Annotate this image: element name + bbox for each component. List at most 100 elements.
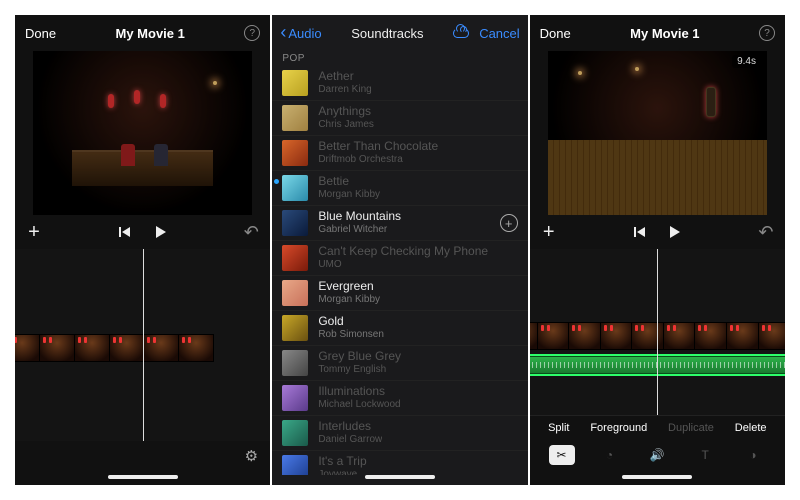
foreground-button[interactable]: Foreground <box>590 422 647 434</box>
editor-bottom-bar <box>15 441 270 471</box>
timeline[interactable]: tains <box>530 249 785 415</box>
track-row[interactable]: AetherDarren King <box>272 66 527 101</box>
soundtrack-list[interactable]: AetherDarren KingAnythingsChris JamesBet… <box>272 66 527 475</box>
video-preview[interactable] <box>33 51 252 215</box>
delete-button[interactable]: Delete <box>735 422 767 434</box>
album-art-icon <box>282 385 308 411</box>
track-artist: Chris James <box>318 119 374 131</box>
cancel-button[interactable]: Cancel <box>479 26 519 41</box>
track-row[interactable]: Can't Keep Checking My PhoneUMO <box>272 241 527 276</box>
back-to-audio-button[interactable]: Audio <box>280 25 321 41</box>
video-preview[interactable]: 9.4s <box>548 51 767 215</box>
screen-editor-audio-selected: Done My Movie 1 ? 9.4s + <box>530 15 785 485</box>
track-artist: Joywave <box>318 469 366 475</box>
skip-to-start-button[interactable] <box>116 223 134 241</box>
playhead-icon <box>657 249 658 415</box>
play-button[interactable] <box>152 223 170 241</box>
transport-bar: + <box>15 215 270 249</box>
track-artist: Michael Lockwood <box>318 399 400 411</box>
track-row[interactable]: AnythingsChris James <box>272 101 527 136</box>
track-row[interactable]: Grey Blue GreyTommy English <box>272 346 527 381</box>
track-row[interactable]: It's a TripJoywave <box>272 451 527 475</box>
add-track-button[interactable]: + <box>500 214 518 232</box>
track-artist: Gabriel Witcher <box>318 224 401 236</box>
screen-editor-basic: Done My Movie 1 ? + <box>15 15 270 485</box>
track-row[interactable]: Blue MountainsGabriel Witcher + <box>272 206 527 241</box>
track-title: Interludes <box>318 420 382 434</box>
album-art-icon <box>282 210 308 236</box>
undo-button[interactable] <box>242 223 260 241</box>
track-artist: Daniel Garrow <box>318 434 382 446</box>
track-title: Better Than Chocolate <box>318 140 438 154</box>
album-art-icon <box>282 315 308 341</box>
playhead-icon <box>143 249 144 441</box>
speed-tool-icon[interactable]: ◔ <box>596 445 622 465</box>
album-art-icon <box>282 70 308 96</box>
timeline[interactable] <box>15 249 270 441</box>
clip-duration-chip: 9.4s <box>732 55 761 68</box>
done-button[interactable]: Done <box>540 26 571 41</box>
album-art-icon <box>282 105 308 131</box>
album-art-icon <box>282 140 308 166</box>
track-title: Illuminations <box>318 385 400 399</box>
split-button[interactable]: Split <box>548 422 569 434</box>
album-art-icon <box>282 280 308 306</box>
filters-tool-icon[interactable]: ◑ <box>740 445 766 465</box>
track-title: It's a Trip <box>318 455 366 469</box>
track-row[interactable]: EvergreenMorgan Kibby <box>272 276 527 311</box>
transport-bar: + <box>530 215 785 249</box>
track-artist: Darren King <box>318 84 371 96</box>
track-artist: Rob Simonsen <box>318 329 384 341</box>
play-button[interactable] <box>666 223 684 241</box>
help-icon[interactable]: ? <box>244 25 260 41</box>
editor-topbar: Done My Movie 1 ? <box>15 15 270 51</box>
section-header-pop: POP <box>272 51 527 66</box>
track-row[interactable]: BettieMorgan Kibby <box>272 171 527 206</box>
volume-tool-icon[interactable]: 🔊 <box>644 445 670 465</box>
soundtracks-topbar: Audio Soundtracks Cancel <box>272 15 527 51</box>
album-art-icon <box>282 420 308 446</box>
home-indicator <box>108 475 178 479</box>
settings-button[interactable] <box>242 447 260 465</box>
album-art-icon <box>282 175 308 201</box>
editor-topbar: Done My Movie 1 ? <box>530 15 785 51</box>
track-row[interactable]: IlluminationsMichael Lockwood <box>272 381 527 416</box>
video-clip[interactable] <box>15 334 214 362</box>
add-media-button[interactable]: + <box>540 223 558 241</box>
clip-action-bar: Split Foreground Duplicate Delete <box>530 415 785 439</box>
track-title: Bettie <box>318 175 380 189</box>
page-title: Soundtracks <box>351 26 423 41</box>
track-title: Grey Blue Grey <box>318 350 401 364</box>
track-row[interactable]: InterludesDaniel Garrow <box>272 416 527 451</box>
track-row[interactable]: GoldRob Simonsen <box>272 311 527 346</box>
track-artist: Morgan Kibby <box>318 294 380 306</box>
home-indicator <box>365 475 435 479</box>
scissors-tool-icon[interactable]: ✂ <box>549 445 575 465</box>
track-title: Anythings <box>318 105 374 119</box>
titles-tool-icon[interactable]: T <box>692 445 718 465</box>
project-title: My Movie 1 <box>116 26 185 41</box>
track-artist: Driftmob Orchestra <box>318 154 438 166</box>
help-icon[interactable]: ? <box>759 25 775 41</box>
album-art-icon <box>282 350 308 376</box>
add-media-button[interactable]: + <box>25 223 43 241</box>
track-title: Can't Keep Checking My Phone <box>318 245 488 259</box>
album-art-icon <box>282 245 308 271</box>
track-title: Evergreen <box>318 280 380 294</box>
track-title: Blue Mountains <box>318 210 401 224</box>
album-art-icon <box>282 455 308 475</box>
track-title: Gold <box>318 315 384 329</box>
done-button[interactable]: Done <box>25 26 56 41</box>
project-title: My Movie 1 <box>630 26 699 41</box>
skip-to-start-button[interactable] <box>630 223 648 241</box>
track-title: Aether <box>318 70 371 84</box>
track-artist: UMO <box>318 259 488 271</box>
track-row[interactable]: Better Than ChocolateDriftmob Orchestra <box>272 136 527 171</box>
duplicate-button: Duplicate <box>668 422 714 434</box>
back-label: Audio <box>288 26 321 41</box>
tool-row: ✂ ◔ 🔊 T ◑ <box>530 439 785 471</box>
track-artist: Morgan Kibby <box>318 189 380 201</box>
undo-button[interactable] <box>757 223 775 241</box>
screen-soundtracks: Audio Soundtracks Cancel POP AetherDarre… <box>272 15 527 485</box>
cloud-download-all-icon[interactable] <box>453 28 469 38</box>
